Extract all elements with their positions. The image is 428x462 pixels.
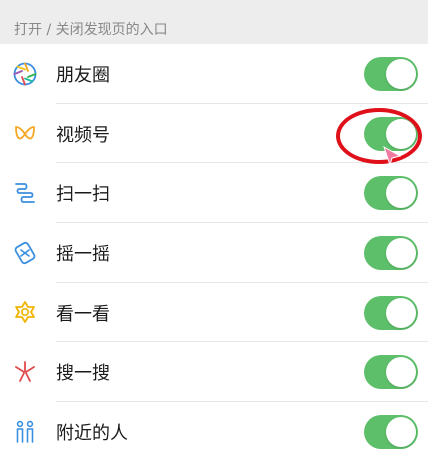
- entry-label-search: 搜一搜: [56, 363, 110, 385]
- toggle-knob: [386, 297, 416, 328]
- entry-row-shake: 摇一摇: [0, 223, 428, 283]
- entry-row-moments: 朋友圈: [0, 44, 428, 104]
- toggle-scan[interactable]: [364, 176, 418, 211]
- discover-settings-page: 打开 / 关闭发现页的入口 朋友圈 视频号 扫一扫 摇一摇 看一看 搜一搜 附近…: [0, 0, 428, 462]
- channels-icon: [12, 121, 38, 147]
- entry-row-top-stories: 看一看: [0, 283, 428, 343]
- toggle-search[interactable]: [364, 355, 418, 390]
- entry-row-channels: 视频号: [0, 104, 428, 164]
- toggle-knob: [386, 118, 416, 149]
- moments-icon: [12, 61, 38, 87]
- toggle-channels[interactable]: [364, 116, 418, 151]
- toggle-knob: [386, 416, 416, 447]
- top-stories-icon: [12, 300, 38, 326]
- toggle-knob: [386, 357, 416, 388]
- toggle-people-nearby[interactable]: [364, 414, 418, 449]
- section-header: 打开 / 关闭发现页的入口: [0, 0, 428, 44]
- entry-label-top-stories: 看一看: [56, 303, 110, 325]
- toggle-knob: [386, 237, 416, 268]
- entry-row-search: 搜一搜: [0, 342, 428, 402]
- entry-row-people-nearby: 附近的人: [0, 402, 428, 462]
- shake-icon: [12, 240, 38, 266]
- toggle-top-stories[interactable]: [364, 295, 418, 330]
- toggle-knob: [386, 178, 416, 209]
- search-icon: [12, 359, 38, 385]
- discover-entries-list: 朋友圈 视频号 扫一扫 摇一摇 看一看 搜一搜 附近的人: [0, 44, 428, 462]
- entry-label-moments: 朋友圈: [56, 64, 110, 86]
- toggle-shake[interactable]: [364, 235, 418, 270]
- toggle-moments[interactable]: [364, 56, 418, 91]
- entry-row-scan: 扫一扫: [0, 163, 428, 223]
- toggle-knob: [386, 58, 416, 89]
- entry-label-scan: 扫一扫: [56, 184, 110, 206]
- people-nearby-icon: [12, 419, 38, 445]
- scan-icon: [12, 180, 38, 206]
- entry-label-channels: 视频号: [56, 124, 110, 146]
- entry-label-shake: 摇一摇: [56, 243, 110, 265]
- entry-label-people-nearby: 附近的人: [56, 422, 128, 444]
